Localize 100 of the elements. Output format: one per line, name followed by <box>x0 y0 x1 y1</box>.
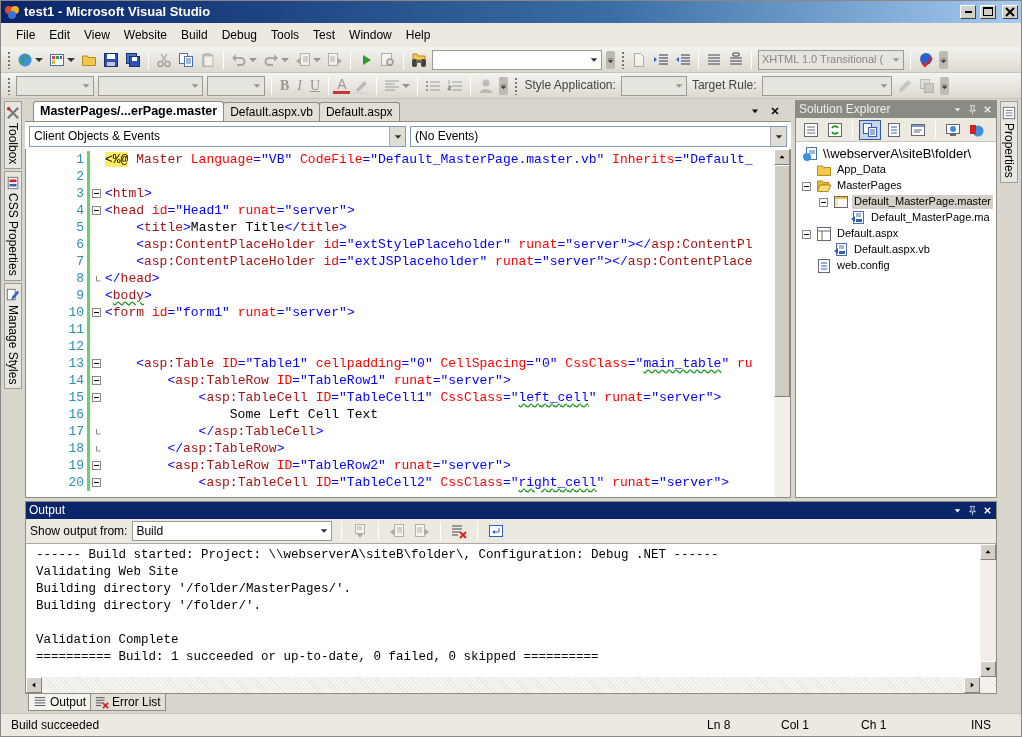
line-number: 2 <box>75 168 84 185</box>
toolbar-grip[interactable] <box>621 50 625 69</box>
tree-item[interactable]: Default.aspx.vb <box>852 243 932 257</box>
document-icon[interactable] <box>886 121 902 138</box>
dropdown[interactable]: (No Events) <box>410 126 787 147</box>
side-tab[interactable]: Manage Styles <box>3 283 23 390</box>
maximize-button[interactable] <box>980 5 996 19</box>
collapse-icon[interactable] <box>802 181 811 191</box>
menu-item[interactable]: View <box>77 25 117 45</box>
close-icon[interactable] <box>769 105 781 117</box>
tree-item[interactable]: Default_MasterPage.master <box>852 195 993 209</box>
indent-icon[interactable] <box>653 51 669 68</box>
scroll-up-button[interactable] <box>980 544 996 560</box>
monitor-icon[interactable] <box>945 121 961 138</box>
dropdown[interactable]: Build <box>132 521 333 541</box>
scrollbar[interactable] <box>774 149 790 497</box>
clear-icon[interactable] <box>451 523 468 539</box>
error-list-icon <box>95 695 110 710</box>
collapse-icon[interactable] <box>92 308 101 317</box>
document-icon <box>6 176 20 191</box>
code-line: <asp:ContentPlaceHolder id="extStylePlaceholder" runat="server"></asp:ContentPl <box>135 236 753 253</box>
document-icon <box>816 226 832 242</box>
side-tab[interactable]: CSS Properties <box>3 171 23 282</box>
scroll-left-button[interactable] <box>26 677 42 693</box>
grid-icon[interactable] <box>49 51 65 68</box>
disks-icon[interactable] <box>125 51 141 68</box>
overflow-icon[interactable] <box>499 76 509 95</box>
dropdown-value: Client Objects & Events <box>34 129 161 144</box>
collapse-icon[interactable] <box>92 359 101 368</box>
list-icon[interactable] <box>803 121 819 138</box>
panel-tab[interactable]: Error List <box>90 694 166 712</box>
tree-item[interactable]: Default_MasterPage.ma <box>869 211 992 225</box>
tree-item[interactable]: web.config <box>835 259 892 273</box>
collapse-icon[interactable] <box>802 229 811 239</box>
menu-item[interactable]: Build <box>173 25 215 45</box>
caret-icon[interactable] <box>67 57 75 62</box>
scrollbar[interactable] <box>980 544 996 677</box>
lines-icon[interactable] <box>728 51 744 68</box>
collapse-icon[interactable] <box>92 478 101 487</box>
copy-icon[interactable] <box>178 51 194 68</box>
pin-icon[interactable] <box>967 505 978 516</box>
lines-icon[interactable] <box>706 51 722 68</box>
close-icon <box>1005 7 1015 17</box>
code-line: <asp:TableRow ID="TableRow2" runat="server"> <box>166 457 511 474</box>
menu-item[interactable]: Window <box>342 25 399 45</box>
toolbar-grip[interactable] <box>7 50 11 69</box>
scrollbar[interactable] <box>26 677 996 693</box>
collapse-icon[interactable] <box>92 206 101 215</box>
collapse-icon[interactable] <box>92 376 101 385</box>
status-field: Col 1 <box>781 717 861 733</box>
close-icon[interactable] <box>982 505 993 516</box>
menu-item[interactable]: Test <box>306 25 343 45</box>
line-number: 1 <box>75 151 84 168</box>
collapse-icon[interactable] <box>92 461 101 470</box>
scroll-down-button[interactable] <box>980 661 996 677</box>
dropdown[interactable]: Client Objects & Events <box>29 126 406 147</box>
collapse-icon[interactable] <box>92 393 101 402</box>
caret-icon[interactable] <box>35 57 43 62</box>
tree-item[interactable]: MasterPages <box>835 179 904 193</box>
scroll-up-button[interactable] <box>774 149 790 165</box>
overflow-icon[interactable] <box>606 50 615 69</box>
line-number: 11 <box>67 321 84 338</box>
wrap-icon[interactable] <box>488 523 505 539</box>
pages-icon[interactable] <box>862 121 878 138</box>
refresh-icon[interactable] <box>827 121 843 138</box>
panel-tab[interactable]: Output <box>28 694 92 712</box>
menu-item[interactable]: Edit <box>42 25 78 45</box>
toolbar-grip[interactable] <box>7 76 11 95</box>
close-button[interactable] <box>1002 5 1018 19</box>
document-tab[interactable]: MasterPages/...erPage.master <box>33 101 225 121</box>
menu-item[interactable]: Debug <box>214 25 265 45</box>
side-tab[interactable]: Properties <box>999 101 1019 183</box>
tree-item[interactable]: App_Data <box>835 163 888 177</box>
collapse-icon[interactable] <box>92 189 101 198</box>
window-icon[interactable] <box>910 121 926 138</box>
check-circle-icon[interactable] <box>918 51 934 68</box>
output-line: Building directory '/folder/MasterPages/'. <box>36 581 353 598</box>
side-tab[interactable]: Toolbox <box>3 101 23 170</box>
collapse-icon[interactable] <box>819 197 828 207</box>
binoculars-icon[interactable] <box>411 51 427 68</box>
dropdown-value: (No Events) <box>415 129 479 144</box>
overflow-icon[interactable] <box>939 76 949 95</box>
minimize-button[interactable] <box>960 5 976 19</box>
scroll-thumb[interactable] <box>774 165 790 397</box>
menu-item[interactable]: Tools <box>264 25 307 45</box>
code-line: <asp:TableRow ID="TableRow1" runat="server"> <box>166 372 511 389</box>
document-pencil-icon <box>6 288 20 303</box>
minimize-icon <box>964 11 972 13</box>
tree-item[interactable]: \\webserverA\siteB\folder\ <box>821 146 974 162</box>
menu-item[interactable]: File <box>9 25 43 45</box>
menu-item[interactable]: Help <box>398 25 438 45</box>
document-tab[interactable]: Default.aspx <box>318 101 400 121</box>
window-icon <box>833 194 849 210</box>
overflow-icon[interactable] <box>939 50 948 69</box>
menu-item[interactable]: Website <box>116 25 174 45</box>
code-line: <%@ Master Language="VB" CodeFile="Default_MasterPage.master.vb" Inherits="Default_ <box>104 151 753 168</box>
document-tab[interactable]: Default.aspx.vb <box>223 101 320 121</box>
outdent-icon[interactable] <box>675 51 691 68</box>
scroll-right-button[interactable] <box>964 677 980 693</box>
tree-item[interactable]: Default.aspx <box>835 227 901 241</box>
